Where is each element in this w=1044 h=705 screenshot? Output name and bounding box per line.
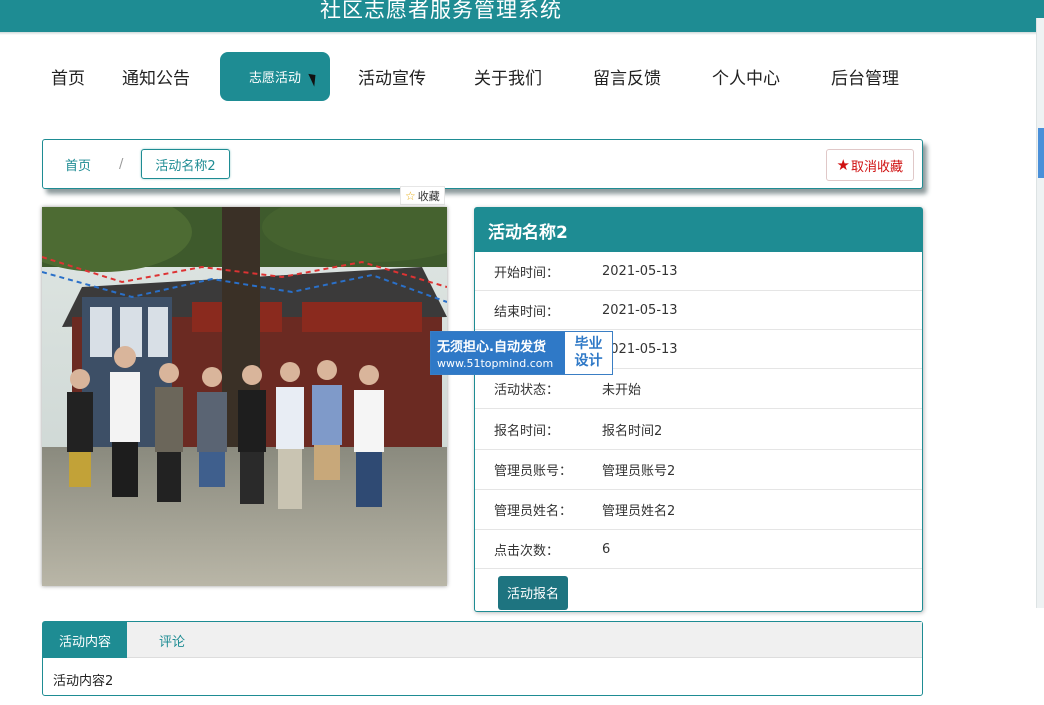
detail-row-admin-name: 管理员姓名： 管理员姓名2 [475,490,922,530]
detail-value: 2021-05-13 [602,302,678,318]
watermark-right1: 毕业 [574,336,603,352]
star-outline-icon: ☆ [405,188,416,203]
detail-label: 报名时间： [494,423,560,439]
detail-value: 报名时间2 [602,423,663,439]
detail-label: 管理员姓名： [494,504,573,519]
watermark-right2: 设计 [574,353,603,369]
detail-row-admin-account: 管理员账号： 管理员账号2 [475,450,922,490]
tab-activity-content[interactable]: 活动内容 [43,622,128,658]
tab-comments[interactable]: 评论 [127,622,201,658]
site-title: 社区志愿者服务管理系统 [320,0,562,22]
watermark-left: 无须担心.自动发货 www.51topmind.com [431,332,565,374]
side-scrollbar[interactable] [1036,18,1044,608]
detail-row-end-time: 结束时间： 2021-05-13 [475,291,922,330]
detail-value: 2021-05-13 [602,263,678,279]
tab-content: 活动内容2 [53,674,114,689]
watermark-badge: 无须担心.自动发货 www.51topmind.com 毕业 设计 [430,331,613,375]
favorite-tag[interactable]: ☆ 收藏 [400,186,445,205]
detail-row-start-time: 开始时间： 2021-05-13 [475,252,922,291]
breadcrumb-separator: / [119,156,124,172]
breadcrumb-current: 活动名称2 [141,149,230,179]
unfavorite-label: 取消收藏 [850,159,903,175]
header-shadow [0,32,1044,35]
nav-item-notices[interactable]: 通知公告 [100,52,212,101]
nav-item-promotion[interactable]: 活动宣传 [330,52,454,101]
breadcrumb-home-link[interactable]: 首页 [65,155,91,174]
watermark-right: 毕业 设计 [565,332,612,374]
nav-item-feedback[interactable]: 留言反馈 [562,52,692,101]
detail-value: 6 [602,541,611,557]
favorite-label: 收藏 [417,189,440,203]
activity-detail-panel: 活动名称2 开始时间： 2021-05-13 结束时间： 2021-05-13 … [474,207,923,612]
content-tabs-panel: 活动内容 评论 活动内容2 [42,621,923,696]
detail-label: 点击次数： [494,543,560,559]
detail-value: 管理员姓名2 [602,504,676,519]
watermark-line2: www.51topmind.com [437,357,554,370]
top-header-bar: 社区志愿者服务管理系统 [0,0,1044,32]
nav-item-personal-center[interactable]: 个人中心 [692,52,800,101]
nav-item-about[interactable]: 关于我们 [454,52,562,101]
scrollbar-thumb[interactable] [1038,128,1044,178]
activity-photo [42,207,447,586]
unfavorite-button[interactable]: ★ 取消收藏 [825,149,914,181]
tab-bar: 活动内容 评论 [43,622,922,658]
nav-item-admin[interactable]: 后台管理 [800,52,930,101]
detail-label: 开始时间： [494,265,560,281]
watermark-line1: 无须担心.自动发货 [437,340,546,355]
nav-item-home[interactable]: 首页 [36,52,100,101]
main-nav: 首页 通知公告 志愿活动 活动宣传 关于我们 留言反馈 个人中心 后台管理 [36,52,930,101]
signup-row: 活动报名 [475,569,922,616]
activity-signup-button[interactable]: 活动报名 [498,575,569,610]
detail-value: 未开始 [602,383,642,398]
detail-row-status: 活动状态： 未开始 [475,369,922,409]
detail-label: 管理员账号： [494,464,573,479]
detail-value: 2021-05-13 [602,341,678,357]
detail-row-click-count: 点击次数： 6 [475,530,922,569]
breadcrumb: 首页 / 活动名称2 ★ 取消收藏 [42,139,923,189]
star-icon: ★ [836,156,850,174]
activity-title: 活动名称2 [475,208,922,252]
detail-value: 管理员账号2 [602,464,676,479]
activity-photo-image [42,207,447,586]
detail-label: 结束时间： [494,304,560,320]
detail-label: 活动状态： [494,383,560,398]
detail-row-signup-time: 报名时间： 报名时间2 [475,409,922,450]
